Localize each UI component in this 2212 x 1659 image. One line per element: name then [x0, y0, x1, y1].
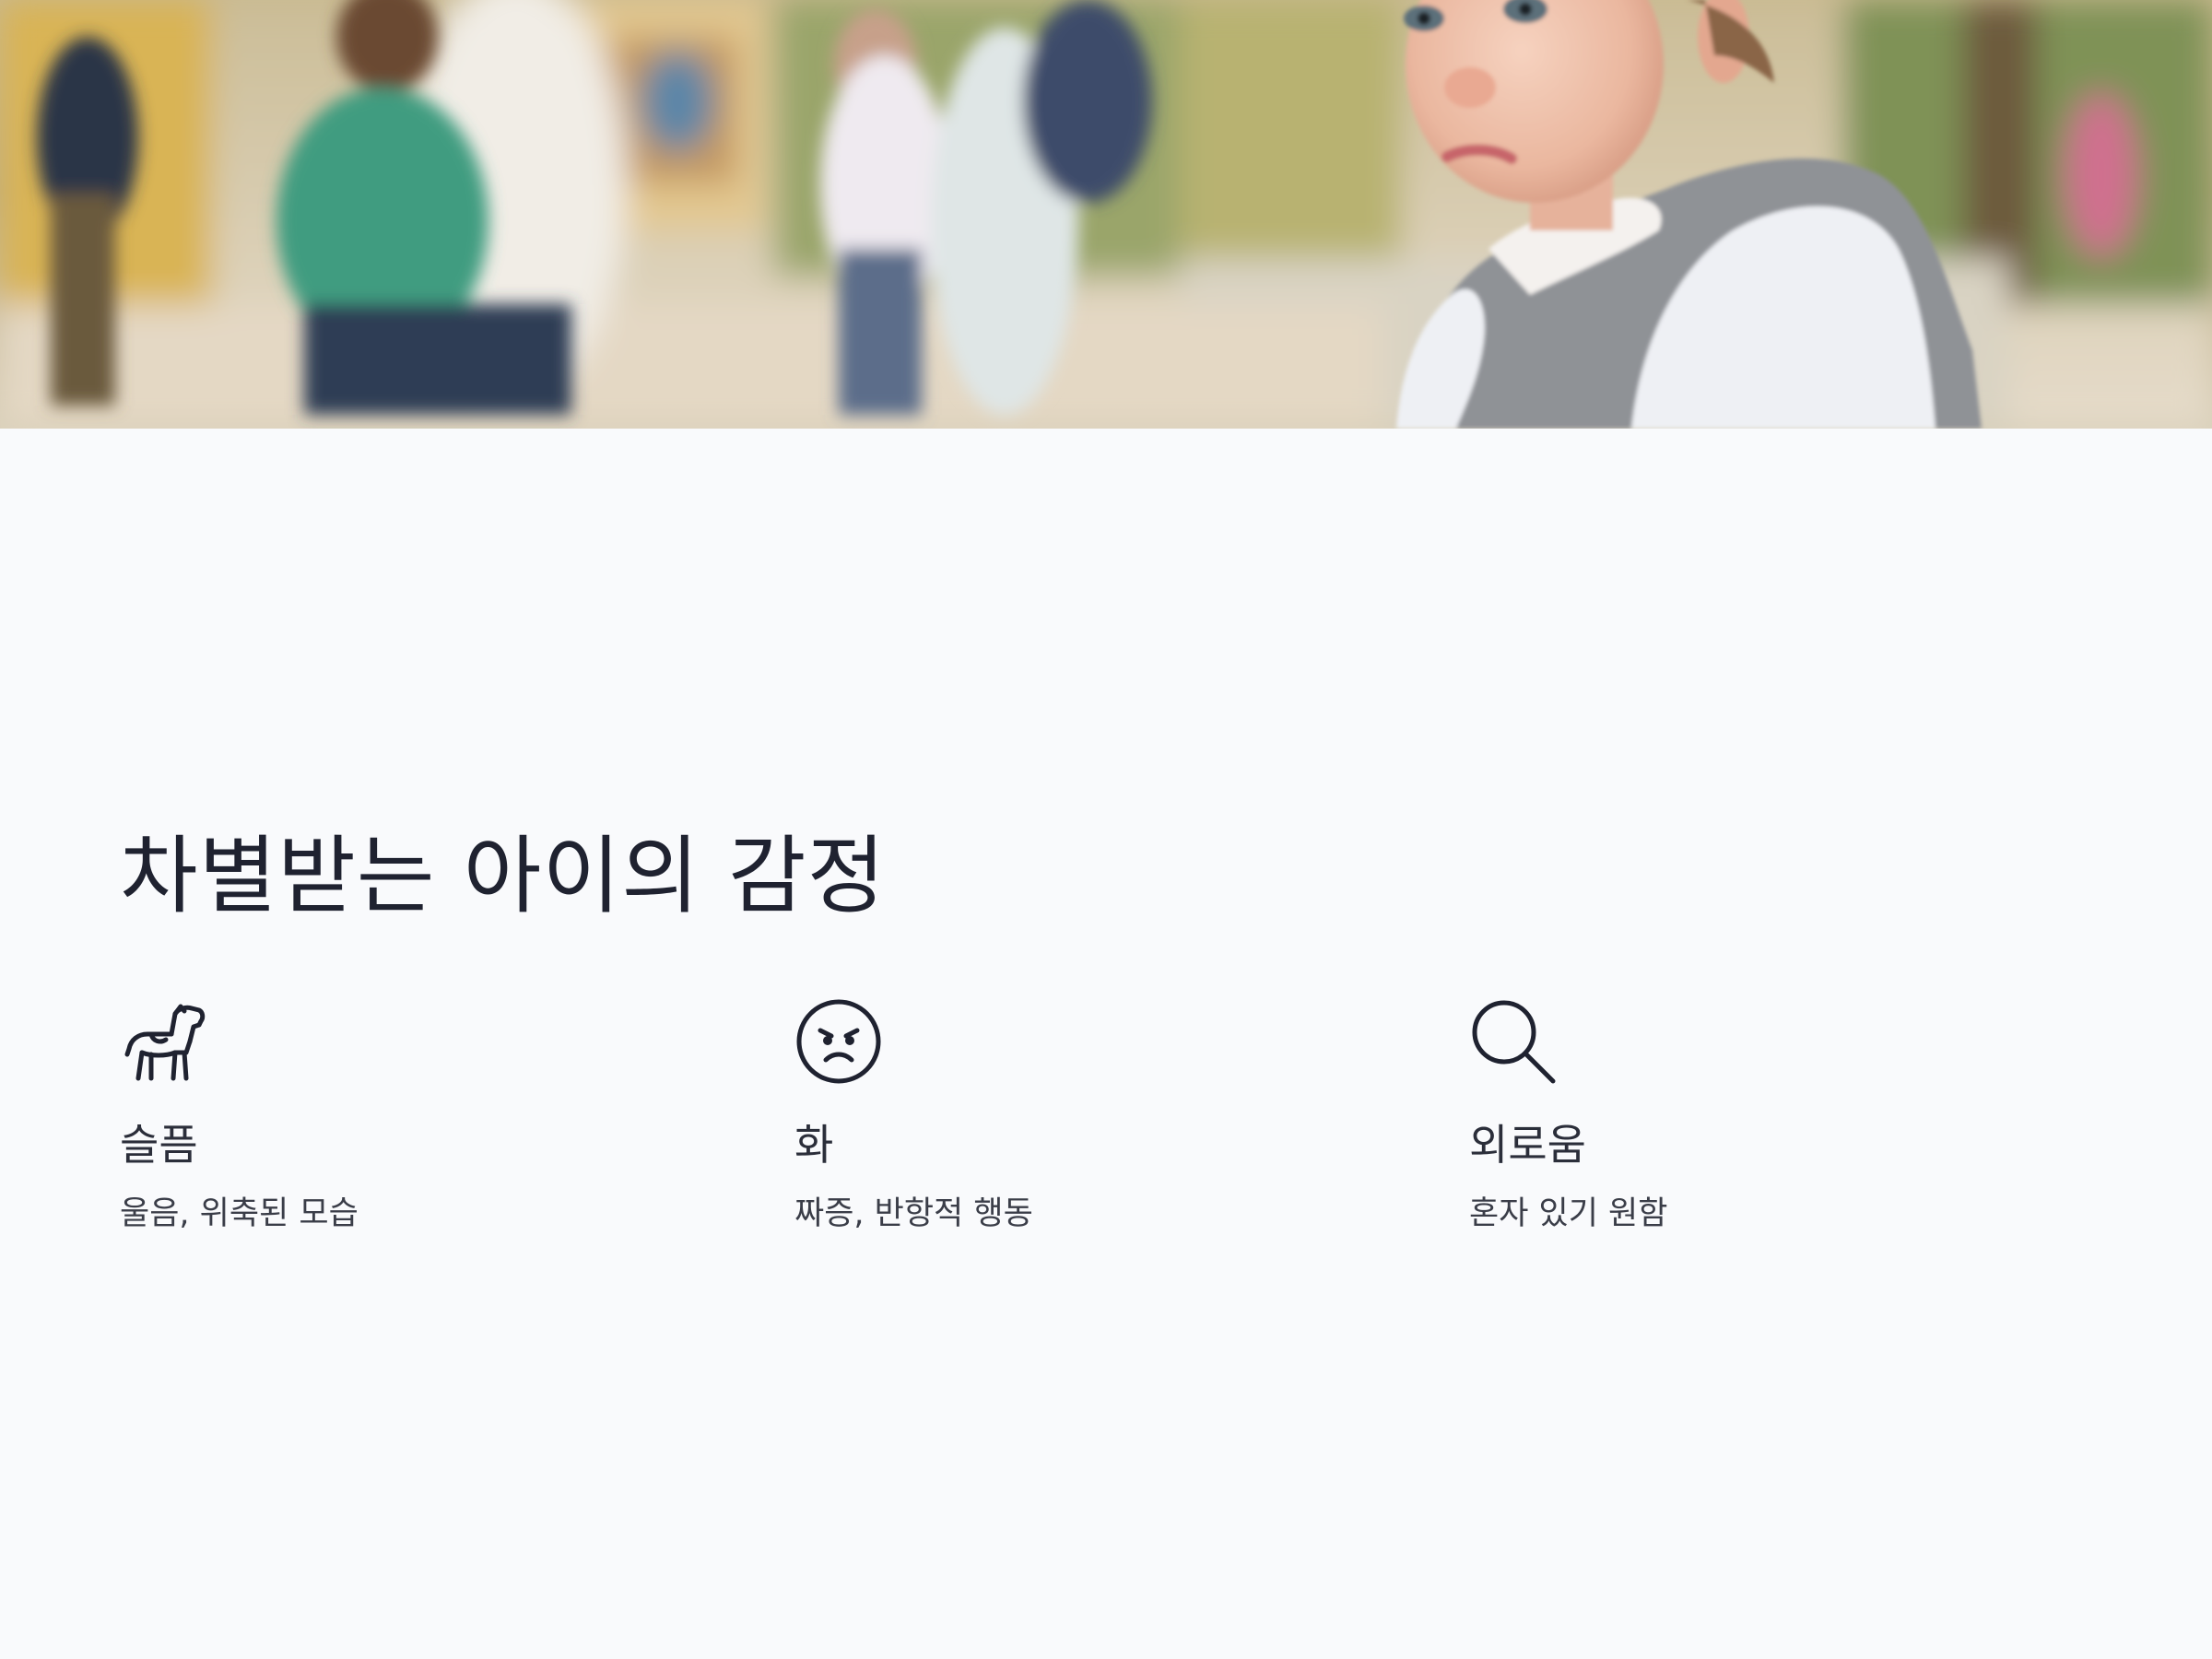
content-area: 차별받는 아이의 감정 슬픔 울음, 위축된 모습 화 짜증, 반항적 행동 외… — [0, 429, 2212, 1659]
emotion-card-sadness: 슬픔 울음, 위축된 모습 — [120, 997, 710, 1237]
emotion-description: 짜증, 반항적 행동 — [794, 1195, 1033, 1232]
emotion-label: 화 — [794, 1120, 834, 1170]
horse-icon — [120, 997, 208, 1086]
emotion-card-loneliness: 외로움 혼자 있기 원함 — [1469, 997, 2059, 1237]
emotion-card-anger: 화 짜증, 반항적 행동 — [794, 997, 1384, 1237]
emotion-label: 슬픔 — [120, 1120, 198, 1170]
emotion-description: 혼자 있기 원함 — [1469, 1195, 1668, 1232]
slide: 차별받는 아이의 감정 슬픔 울음, 위축된 모습 화 짜증, 반항적 행동 외… — [0, 0, 2212, 1659]
section-title: 차별받는 아이의 감정 — [120, 827, 887, 925]
emotion-label: 외로움 — [1469, 1120, 1586, 1170]
hero-image — [0, 0, 2212, 429]
angry-face-icon — [794, 997, 883, 1086]
emotion-description: 울음, 위축된 모습 — [120, 1195, 359, 1232]
search-icon — [1469, 997, 1558, 1086]
